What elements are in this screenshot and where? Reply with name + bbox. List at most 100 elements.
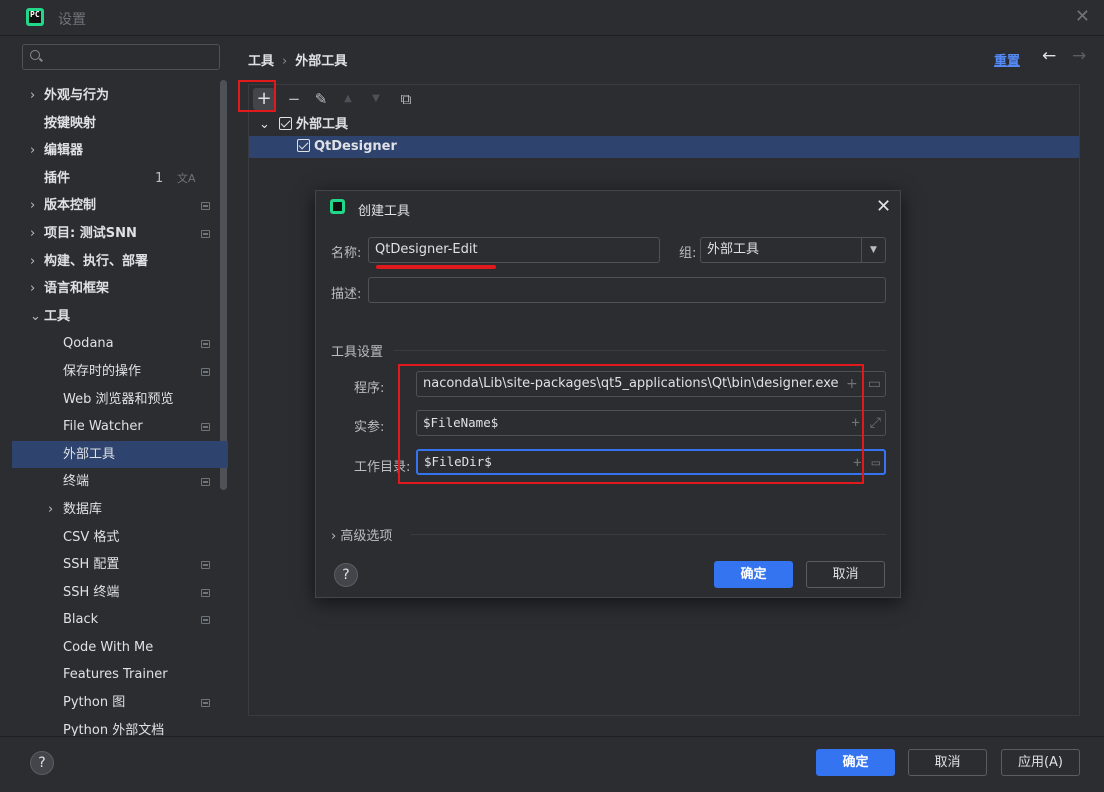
breadcrumb-item: 外部工具 bbox=[295, 54, 348, 69]
sidebar-item-web-browsers[interactable]: Web 浏览器和预览 bbox=[12, 386, 228, 414]
sidebar-item-external-tools[interactable]: 外部工具 bbox=[12, 440, 228, 469]
group-select-value: 外部工具 bbox=[707, 242, 760, 257]
sidebar-item-features-trainer[interactable]: Features Trainer bbox=[12, 661, 228, 689]
sidebar-item-label: 语言和框架 bbox=[44, 281, 110, 297]
search-input[interactable] bbox=[22, 44, 220, 70]
help-button[interactable]: ? bbox=[334, 563, 358, 587]
copy-tool-button[interactable]: ⧉ bbox=[395, 88, 417, 110]
title-bar: PC 设置 ✕ bbox=[0, 0, 1104, 36]
sidebar-item-plugins[interactable]: 插件 1 文A bbox=[12, 165, 228, 193]
sidebar-item-python-diagrams[interactable]: Python 图 bbox=[12, 689, 228, 717]
sidebar-item-actions-on-save[interactable]: 保存时的操作 bbox=[12, 358, 228, 386]
tool-group-row[interactable]: ⌄ 外部工具 bbox=[249, 114, 1079, 136]
project-scope-icon bbox=[201, 699, 210, 708]
folder-icon[interactable]: ▭ bbox=[868, 376, 881, 392]
close-icon[interactable]: ✕ bbox=[1075, 6, 1090, 27]
translate-icon: 文A bbox=[177, 171, 196, 185]
tool-settings-title: 工具设置 bbox=[331, 345, 384, 360]
back-arrow-icon[interactable]: ← bbox=[1042, 46, 1056, 66]
ok-button[interactable]: 确定 bbox=[816, 749, 895, 776]
sidebar-item-label: 插件 bbox=[44, 170, 71, 186]
chevron-right-icon: › bbox=[30, 143, 36, 159]
chevron-right-icon: › bbox=[331, 529, 337, 544]
tools-toolbar: + − ✎ ▲ ▼ ⧉ bbox=[249, 85, 1079, 113]
advanced-options-toggle[interactable]: › 高级选项 bbox=[331, 525, 392, 544]
cancel-button[interactable]: 取消 bbox=[908, 749, 987, 776]
section-divider bbox=[411, 534, 886, 535]
tool-item: QtDesigner bbox=[297, 136, 397, 158]
sidebar-item-label: Web 浏览器和预览 bbox=[63, 391, 174, 407]
settings-tree: › 外观与行为 按键映射 › 编辑器 插件 1 文A › 版本控制 › 项目: 测试SNN … bbox=[12, 82, 228, 744]
chevron-right-icon: › bbox=[30, 88, 36, 103]
cancel-button[interactable]: 取消 bbox=[806, 561, 885, 588]
close-icon[interactable]: ✕ bbox=[876, 196, 891, 217]
folder-icon[interactable]: ▭ bbox=[872, 455, 880, 471]
ok-button[interactable]: 确定 bbox=[714, 561, 793, 588]
sidebar-item-appearance[interactable]: › 外观与行为 bbox=[12, 82, 228, 110]
sidebar-item-file-watcher[interactable]: File Watcher bbox=[12, 413, 228, 441]
sidebar-item-label: Features Trainer bbox=[63, 667, 168, 683]
chevron-right-icon: › bbox=[30, 225, 36, 241]
remove-tool-button[interactable]: − bbox=[283, 88, 305, 110]
section-divider bbox=[394, 350, 886, 351]
window-title: 设置 bbox=[58, 12, 86, 28]
breadcrumb: 工具 › 外部工具 bbox=[248, 50, 347, 69]
sidebar-item-terminal[interactable]: 终端 bbox=[12, 468, 228, 496]
edit-tool-button[interactable]: ✎ bbox=[310, 88, 332, 110]
chevron-down-icon[interactable]: ▼ bbox=[861, 238, 885, 262]
search-icon bbox=[30, 50, 40, 60]
tool-label: QtDesigner bbox=[314, 139, 397, 154]
dialog-title-bar: 创建工具 ✕ bbox=[316, 191, 900, 225]
sidebar-item-database[interactable]: › 数据库 bbox=[12, 496, 228, 524]
sidebar-item-project[interactable]: › 项目: 测试SNN bbox=[12, 220, 228, 248]
apply-button[interactable]: 应用(A) bbox=[1001, 749, 1080, 776]
name-field[interactable]: QtDesigner-Edit bbox=[368, 237, 660, 263]
sidebar-item-ssh-config[interactable]: SSH 配置 bbox=[12, 551, 228, 579]
sidebar-item-keymap[interactable]: 按键映射 bbox=[12, 110, 228, 138]
breadcrumb-separator: › bbox=[282, 54, 288, 69]
sidebar-item-editor[interactable]: › 编辑器 bbox=[12, 137, 228, 165]
chevron-right-icon: › bbox=[30, 253, 36, 269]
reset-link[interactable]: 重置 bbox=[994, 50, 1020, 69]
sidebar-item-code-with-me[interactable]: Code With Me bbox=[12, 634, 228, 662]
sidebar-item-label: 保存时的操作 bbox=[63, 363, 142, 379]
sidebar-item-label: SSH 配置 bbox=[63, 557, 120, 573]
chevron-right-icon: › bbox=[30, 198, 36, 214]
move-down-button[interactable]: ▼ bbox=[365, 88, 387, 110]
group-select[interactable]: 外部工具 ▼ bbox=[700, 237, 886, 263]
breadcrumb-item[interactable]: 工具 bbox=[248, 54, 274, 69]
pycharm-icon: PC bbox=[26, 8, 44, 26]
settings-sidebar: › 外观与行为 按键映射 › 编辑器 插件 1 文A › 版本控制 › 项目: 测试SNN … bbox=[0, 36, 230, 738]
expand-icon[interactable]: ⤢ bbox=[870, 415, 881, 431]
sidebar-item-languages[interactable]: › 语言和框架 bbox=[12, 275, 228, 303]
sidebar-item-ssh-terminal[interactable]: SSH 终端 bbox=[12, 579, 228, 607]
sidebar-item-label: 按键映射 bbox=[44, 115, 97, 131]
tool-row-qtdesigner[interactable]: QtDesigner bbox=[249, 136, 1079, 158]
name-label: 名称: bbox=[331, 246, 362, 261]
sidebar-item-build[interactable]: › 构建、执行、部署 bbox=[12, 248, 228, 276]
tool-checkbox[interactable] bbox=[297, 139, 310, 152]
project-scope-icon bbox=[201, 202, 210, 211]
help-button[interactable]: ? bbox=[30, 751, 54, 775]
tool-group-label: 外部工具 bbox=[296, 117, 349, 132]
footer-bar: ? 确定 取消 应用(A) bbox=[0, 736, 1104, 792]
sidebar-item-label: File Watcher bbox=[63, 419, 143, 435]
description-field[interactable] bbox=[368, 277, 886, 303]
dialog-title: 创建工具 bbox=[358, 204, 411, 219]
annotation-box-settings bbox=[398, 364, 864, 484]
project-scope-icon bbox=[201, 340, 210, 349]
sidebar-item-csv[interactable]: CSV 格式 bbox=[12, 524, 228, 552]
move-up-button[interactable]: ▲ bbox=[337, 88, 359, 110]
sidebar-item-qodana[interactable]: Qodana bbox=[12, 330, 228, 358]
project-scope-icon bbox=[201, 616, 210, 625]
sidebar-item-vcs[interactable]: › 版本控制 bbox=[12, 192, 228, 220]
project-scope-icon bbox=[201, 423, 210, 432]
chevron-down-icon[interactable]: ⌄ bbox=[259, 114, 270, 136]
description-label: 描述: bbox=[331, 287, 362, 302]
sidebar-item-tools[interactable]: ⌄ 工具 bbox=[12, 303, 228, 331]
sidebar-item-label: 工具 bbox=[44, 308, 71, 324]
group-checkbox[interactable] bbox=[279, 117, 292, 130]
sidebar-item-label: 编辑器 bbox=[44, 143, 84, 159]
advanced-options-label: 高级选项 bbox=[340, 529, 393, 544]
sidebar-item-black[interactable]: Black bbox=[12, 606, 228, 634]
